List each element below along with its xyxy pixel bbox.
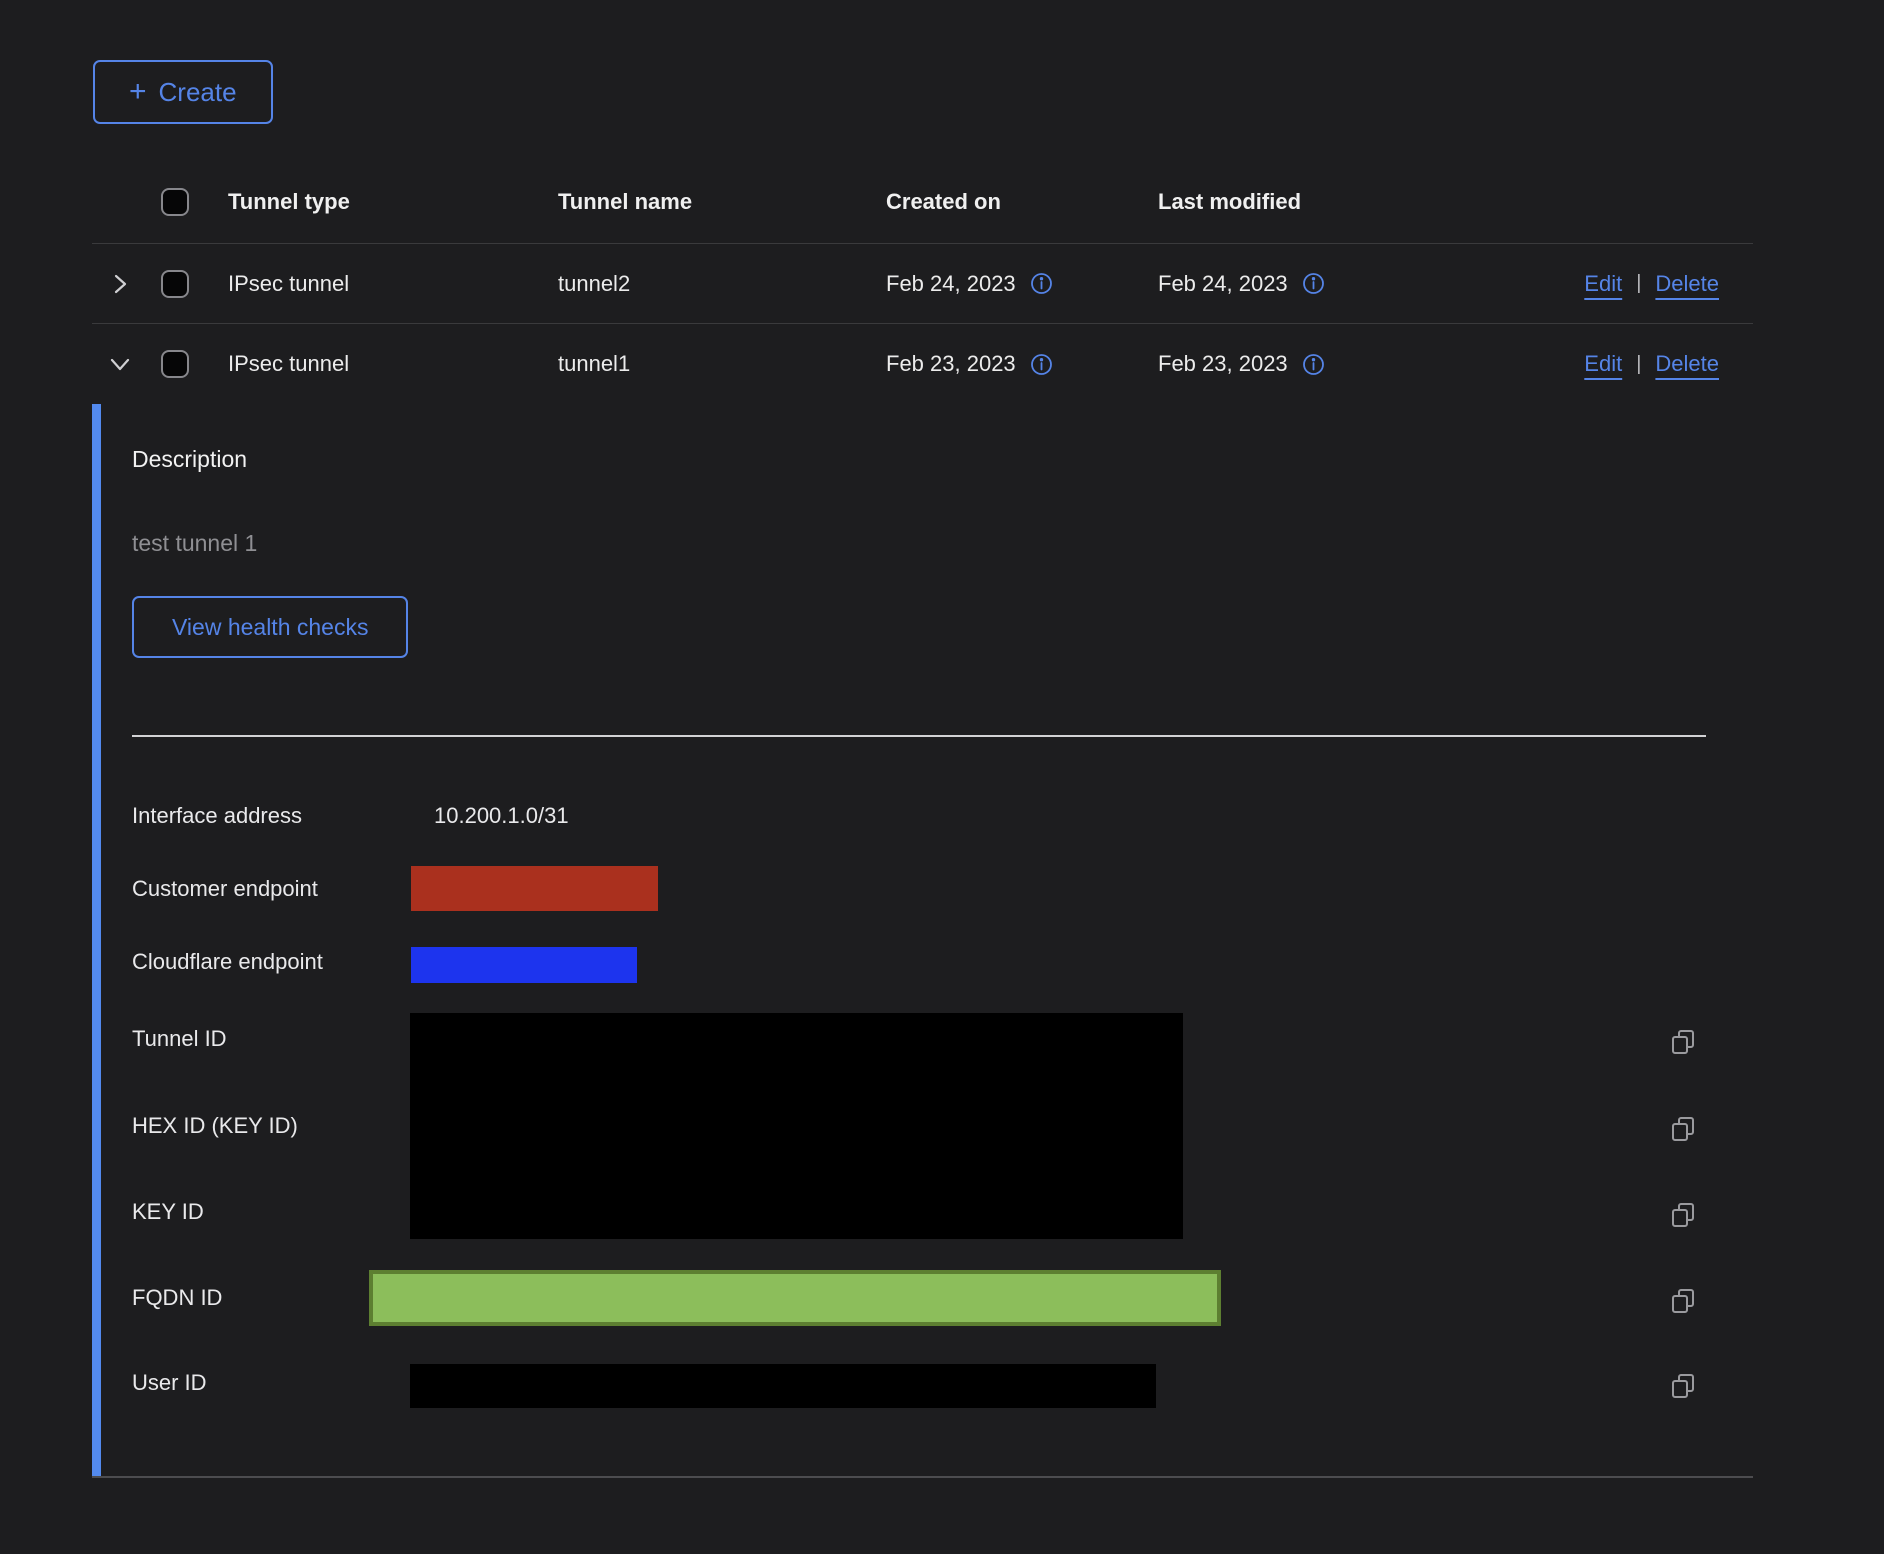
panel-divider bbox=[132, 735, 1706, 737]
collapse-chevron-down-icon[interactable] bbox=[92, 353, 148, 375]
field-label: KEY ID bbox=[132, 1199, 204, 1225]
column-header-created-on: Created on bbox=[860, 189, 1132, 215]
tunnel-detail-panel: Description test tunnel 1 View health ch… bbox=[92, 404, 1753, 1478]
info-icon[interactable] bbox=[1302, 353, 1325, 376]
table-row: IPsec tunnel tunnel2 Feb 24, 2023 Feb 24… bbox=[92, 244, 1753, 324]
field-label: Interface address bbox=[132, 803, 302, 829]
view-health-checks-button[interactable]: View health checks bbox=[132, 596, 408, 658]
expand-chevron-right-icon[interactable] bbox=[92, 273, 148, 295]
table-row: IPsec tunnel tunnel1 Feb 23, 2023 Feb 23… bbox=[92, 324, 1753, 404]
field-label: Cloudflare endpoint bbox=[132, 949, 323, 975]
description-value: test tunnel 1 bbox=[132, 530, 257, 557]
info-icon[interactable] bbox=[1302, 272, 1325, 295]
edit-link[interactable]: Edit bbox=[1584, 351, 1622, 377]
created-on-value: Feb 24, 2023 bbox=[886, 271, 1016, 297]
field-label: Customer endpoint bbox=[132, 876, 318, 902]
field-label: HEX ID (KEY ID) bbox=[132, 1113, 298, 1139]
last-modified-value: Feb 23, 2023 bbox=[1158, 351, 1288, 377]
field-row-cloudflare-endpoint: Cloudflare endpoint bbox=[92, 939, 1753, 985]
tunnels-page: + Create Tunnel type Tunnel name Created… bbox=[0, 0, 1884, 1554]
cloudflare-endpoint-redacted-value bbox=[411, 947, 637, 983]
action-separator: | bbox=[1636, 353, 1641, 376]
user-id-redacted-value bbox=[410, 1364, 1156, 1408]
field-row-customer-endpoint: Customer endpoint bbox=[92, 866, 1753, 912]
copy-icon[interactable] bbox=[1667, 1113, 1699, 1145]
tunnel-name-cell: tunnel2 bbox=[532, 271, 860, 297]
column-header-last-modified: Last modified bbox=[1132, 189, 1432, 215]
tunnel-type-cell: IPsec tunnel bbox=[202, 351, 532, 377]
edit-link[interactable]: Edit bbox=[1584, 271, 1622, 297]
field-label: FQDN ID bbox=[132, 1285, 222, 1311]
last-modified-value: Feb 24, 2023 bbox=[1158, 271, 1288, 297]
delete-link[interactable]: Delete bbox=[1655, 271, 1719, 297]
field-label: User ID bbox=[132, 1370, 207, 1396]
tunnels-table: Tunnel type Tunnel name Created on Last … bbox=[92, 160, 1753, 404]
select-all-checkbox[interactable] bbox=[161, 188, 189, 216]
table-header-row: Tunnel type Tunnel name Created on Last … bbox=[92, 160, 1753, 244]
tunnel-name-cell: tunnel1 bbox=[532, 351, 860, 377]
description-label: Description bbox=[132, 446, 247, 473]
field-row-interface-address: Interface address 10.200.1.0/31 bbox=[92, 793, 1753, 839]
field-label: Tunnel ID bbox=[132, 1026, 227, 1052]
tunnel-type-cell: IPsec tunnel bbox=[202, 271, 532, 297]
customer-endpoint-redacted-value bbox=[411, 866, 658, 911]
action-separator: | bbox=[1636, 272, 1641, 295]
row-checkbox[interactable] bbox=[161, 270, 189, 298]
row-checkbox[interactable] bbox=[161, 350, 189, 378]
copy-icon[interactable] bbox=[1667, 1026, 1699, 1058]
field-row-key-id: KEY ID bbox=[92, 1189, 1753, 1235]
created-on-value: Feb 23, 2023 bbox=[886, 351, 1016, 377]
field-row-hex-id: HEX ID (KEY ID) bbox=[92, 1103, 1753, 1149]
info-icon[interactable] bbox=[1030, 272, 1053, 295]
copy-icon[interactable] bbox=[1667, 1370, 1699, 1402]
column-header-tunnel-type: Tunnel type bbox=[202, 189, 532, 215]
info-icon[interactable] bbox=[1030, 353, 1053, 376]
delete-link[interactable]: Delete bbox=[1655, 351, 1719, 377]
copy-icon[interactable] bbox=[1667, 1285, 1699, 1317]
column-header-tunnel-name: Tunnel name bbox=[532, 189, 860, 215]
create-button[interactable]: + Create bbox=[93, 60, 273, 124]
plus-icon: + bbox=[129, 77, 147, 107]
interface-address-value: 10.200.1.0/31 bbox=[434, 803, 569, 829]
fqdn-id-redacted-value bbox=[369, 1270, 1221, 1326]
create-button-label: Create bbox=[159, 77, 237, 108]
copy-icon[interactable] bbox=[1667, 1199, 1699, 1231]
field-row-tunnel-id: Tunnel ID bbox=[92, 1016, 1753, 1062]
